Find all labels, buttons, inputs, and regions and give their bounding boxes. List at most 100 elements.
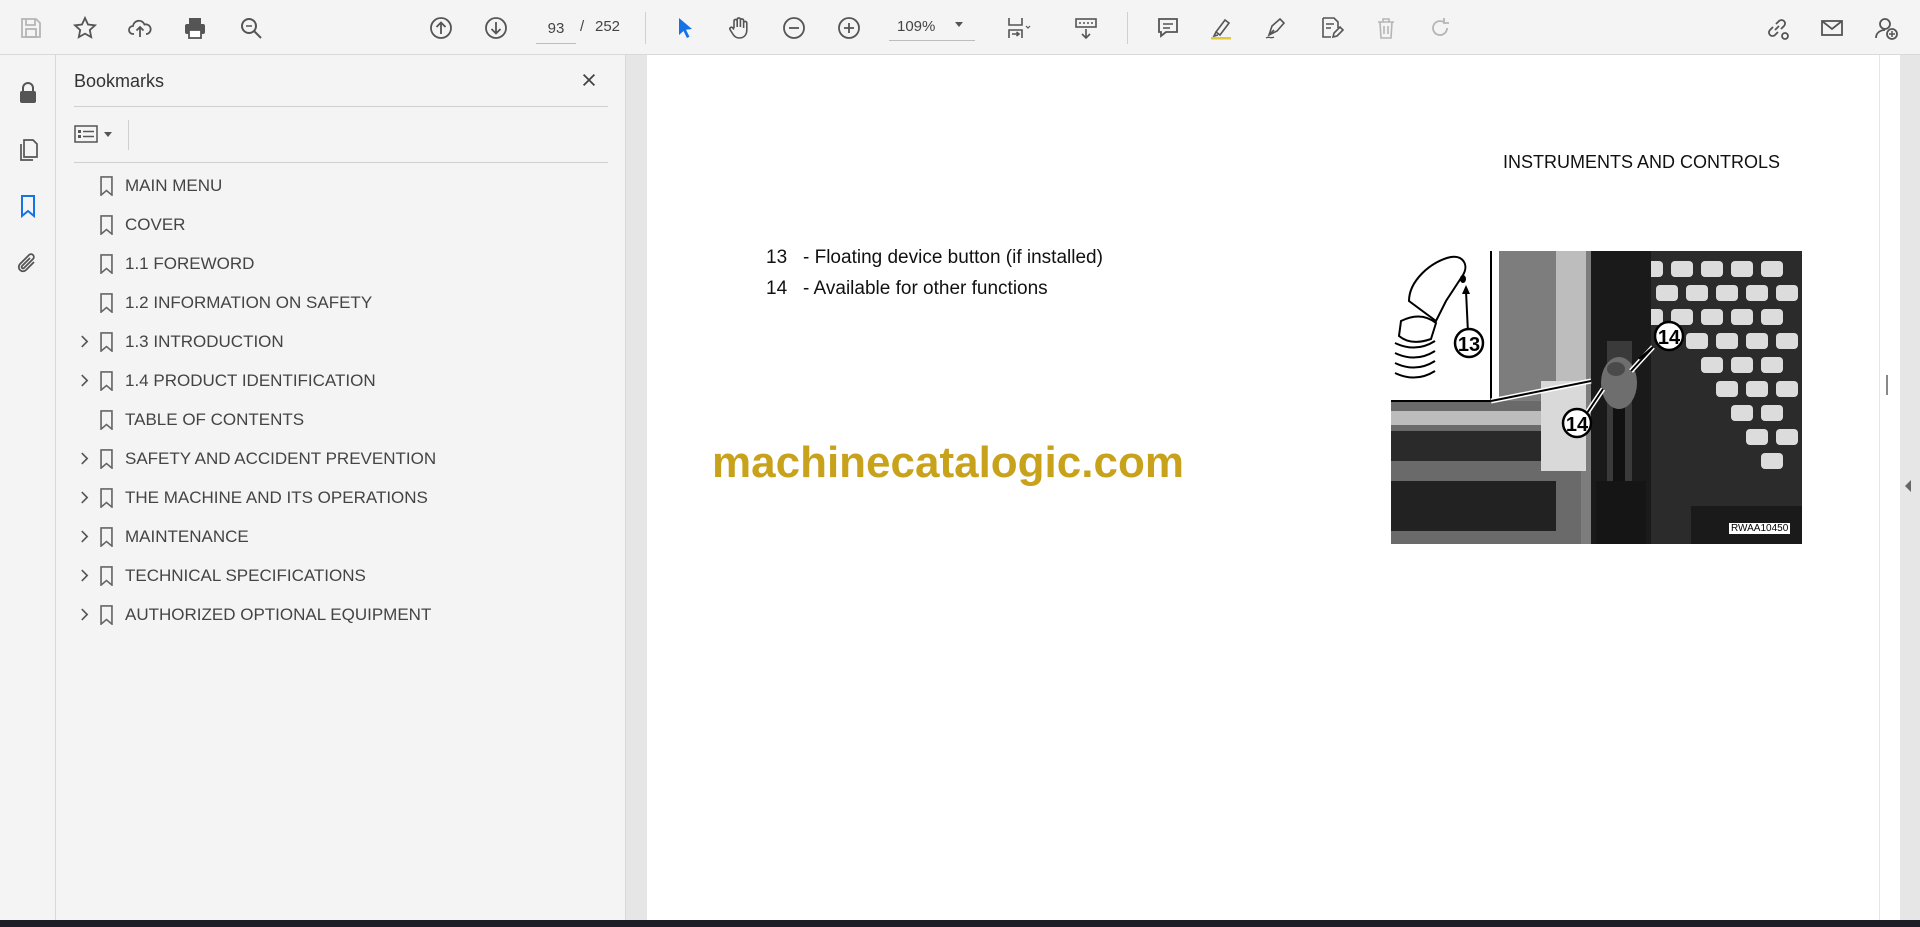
left-rail	[0, 55, 56, 927]
bookmark-options-button[interactable]	[74, 119, 120, 149]
bookmark-item[interactable]: MAINTENANCE	[74, 517, 608, 556]
page-separator: /	[580, 18, 585, 35]
comment-icon[interactable]	[1148, 8, 1188, 48]
bookmark-icon	[94, 166, 118, 205]
panel-divider	[128, 120, 129, 150]
bookmarks-panel: Bookmarks MAIN MENU COVER 1.1 FOREWORD 1.2 …	[56, 55, 626, 920]
draw-pen-icon[interactable]	[1256, 8, 1296, 48]
share-link-icon[interactable]	[1757, 8, 1797, 48]
scrollbar-thumb[interactable]	[1886, 375, 1888, 395]
bookmark-icon	[94, 361, 118, 400]
bookmark-label: COVER	[125, 214, 186, 234]
bookmark-label: SAFETY AND ACCIDENT PREVENTION	[125, 448, 437, 468]
scroll-mode-icon[interactable]	[1066, 8, 1106, 48]
main-toolbar: / 252 109%	[0, 0, 1920, 55]
bookmark-item[interactable]: SAFETY AND ACCIDENT PREVENTION	[74, 439, 608, 478]
chevron-down-icon[interactable]	[955, 22, 963, 27]
bookmark-item[interactable]: 1.1 FOREWORD	[74, 244, 608, 283]
pages-thumbnail-icon[interactable]	[10, 132, 46, 168]
delete-icon[interactable]	[1366, 8, 1406, 48]
bookmark-label: MAINTENANCE	[125, 526, 249, 546]
chevron-right-icon[interactable]	[74, 595, 94, 634]
save-icon[interactable]	[11, 8, 51, 48]
bookmark-icon	[94, 205, 118, 244]
chevron-down-icon	[104, 131, 112, 137]
upload-cloud-icon[interactable]	[120, 8, 160, 48]
chevron-right-icon[interactable]	[74, 361, 94, 400]
bookmark-item[interactable]: THE MACHINE AND ITS OPERATIONS	[74, 478, 608, 517]
bookmark-label: 1.4 PRODUCT IDENTIFICATION	[125, 370, 376, 390]
callout-14-lower: 14	[1566, 414, 1589, 436]
bookmark-panel-icon[interactable]	[10, 188, 46, 224]
hand-tool-icon[interactable]	[719, 8, 759, 48]
chevron-right-icon[interactable]	[74, 322, 94, 361]
bookmark-item[interactable]: MAIN MENU	[74, 166, 608, 205]
close-icon[interactable]	[576, 67, 602, 93]
vertical-scrollbar[interactable]	[1879, 55, 1900, 920]
bookmark-label: MAIN MENU	[125, 175, 223, 195]
bookmark-label: TECHNICAL SPECIFICATIONS	[125, 565, 366, 585]
list-options-icon	[74, 125, 98, 143]
find-icon[interactable]	[231, 8, 271, 48]
next-page-icon[interactable]	[476, 8, 516, 48]
chevron-right-icon[interactable]	[74, 439, 94, 478]
zoom-level-select[interactable]: 109%	[889, 13, 975, 41]
zoom-in-icon[interactable]	[829, 8, 869, 48]
taskbar-strip	[0, 920, 1920, 927]
fit-page-icon[interactable]	[998, 8, 1038, 48]
zoom-out-icon[interactable]	[774, 8, 814, 48]
previous-page-icon[interactable]	[421, 8, 461, 48]
bookmark-icon	[94, 517, 118, 556]
toolbar-divider	[645, 12, 646, 44]
edit-text-icon[interactable]	[1311, 8, 1351, 48]
page-number-input[interactable]	[536, 13, 576, 44]
figure-code: RWAA10450	[1729, 523, 1791, 534]
bookmark-icon	[94, 439, 118, 478]
email-icon[interactable]	[1812, 8, 1852, 48]
zoom-level-value: 109%	[897, 18, 936, 35]
bookmark-item[interactable]: 1.2 INFORMATION ON SAFETY	[74, 283, 608, 322]
bookmark-icon	[94, 322, 118, 361]
bookmark-icon	[94, 595, 118, 634]
star-icon[interactable]	[65, 8, 105, 48]
expand-right-panel-icon[interactable]	[1905, 480, 1911, 492]
bookmark-item[interactable]: TECHNICAL SPECIFICATIONS	[74, 556, 608, 595]
bookmark-label: AUTHORIZED OPTIONAL EQUIPMENT	[125, 604, 432, 624]
bookmark-label: TABLE OF CONTENTS	[125, 409, 305, 429]
panel-divider	[74, 162, 608, 163]
legend-text: - Available for other functions	[803, 278, 1048, 299]
bookmark-item[interactable]: TABLE OF CONTENTS	[74, 400, 608, 439]
bookmark-item[interactable]: 1.4 PRODUCT IDENTIFICATION	[74, 361, 608, 400]
chevron-right-icon[interactable]	[74, 478, 94, 517]
page-total: 252	[595, 18, 621, 35]
panel-divider	[74, 106, 608, 107]
page-header: INSTRUMENTS AND CONTROLS	[1503, 152, 1781, 172]
bookmark-item[interactable]: COVER	[74, 205, 608, 244]
joystick-figure: 13 14 14	[1391, 251, 1802, 544]
attachment-icon[interactable]	[10, 245, 46, 281]
legend-text: - Floating device button (if installed)	[803, 247, 1103, 268]
chevron-right-icon[interactable]	[74, 556, 94, 595]
account-icon[interactable]	[1866, 8, 1906, 48]
legend-item: 13 - Floating device button (if installed…	[766, 247, 1103, 269]
select-cursor-icon[interactable]	[665, 8, 705, 48]
bookmark-label: 1.2 INFORMATION ON SAFETY	[125, 292, 373, 312]
bookmark-icon	[94, 283, 118, 322]
bookmark-icon	[94, 556, 118, 595]
bookmark-list: MAIN MENU COVER 1.1 FOREWORD 1.2 INFORMATIO…	[74, 166, 608, 634]
lock-icon[interactable]	[10, 75, 46, 111]
toolbar-divider	[1127, 12, 1128, 44]
bookmark-item[interactable]: AUTHORIZED OPTIONAL EQUIPMENT	[74, 595, 608, 634]
redo-icon[interactable]	[1420, 8, 1460, 48]
bookmark-icon	[94, 400, 118, 439]
highlighter-icon[interactable]	[1201, 8, 1241, 48]
bookmark-item[interactable]: 1.3 INTRODUCTION	[74, 322, 608, 361]
chevron-right-icon[interactable]	[74, 517, 94, 556]
bookmark-label: 1.3 INTRODUCTION	[125, 331, 284, 351]
bookmark-icon	[94, 478, 118, 517]
bookmark-label: THE MACHINE AND ITS OPERATIONS	[125, 487, 428, 507]
bookmark-icon	[94, 244, 118, 283]
legend-item: 14 - Available for other functions	[766, 278, 1048, 300]
print-icon[interactable]	[175, 8, 215, 48]
callout-13: 13	[1458, 334, 1480, 356]
